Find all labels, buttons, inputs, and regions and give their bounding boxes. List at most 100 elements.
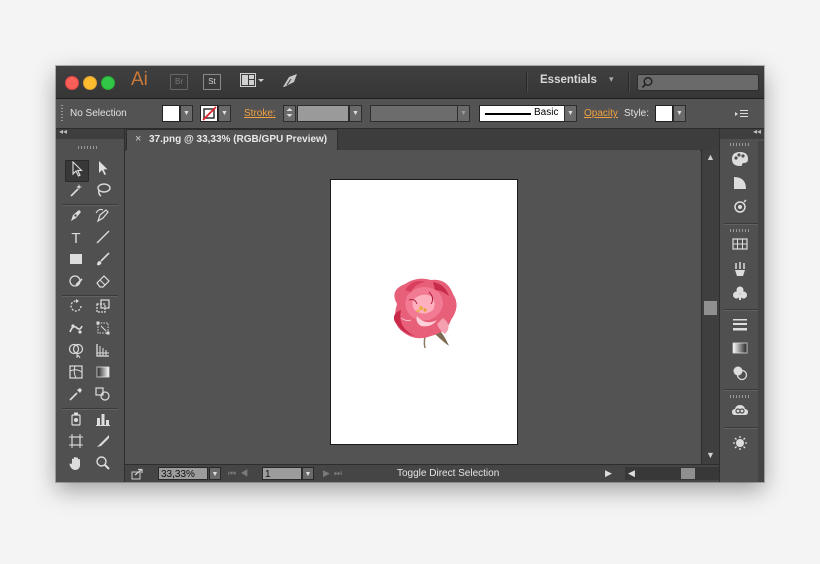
- variable-width-dropdown[interactable]: ▼: [457, 105, 470, 122]
- eyedropper-tool[interactable]: [65, 386, 87, 406]
- fill-dropdown[interactable]: ▼: [180, 105, 193, 122]
- color-panel-icon[interactable]: [730, 151, 750, 169]
- next-artboard-icon[interactable]: ▶⏭: [323, 468, 346, 479]
- canvas-area[interactable]: [126, 150, 700, 464]
- horizontal-scroll-thumb[interactable]: [681, 468, 695, 479]
- rectangle-tool[interactable]: [65, 251, 87, 271]
- scroll-up-icon[interactable]: ▲: [706, 152, 715, 162]
- search-input[interactable]: [637, 74, 759, 91]
- transparency-icon[interactable]: [730, 365, 750, 383]
- curvature-tool[interactable]: [92, 207, 114, 227]
- libraries-icon[interactable]: [730, 403, 750, 421]
- stroke-dropdown[interactable]: ▼: [218, 105, 231, 122]
- illustrator-window: Ai Br St Essentials ▾ No Selection ▼ ▼ S…: [56, 66, 764, 482]
- stroke-weight-field[interactable]: [297, 105, 349, 122]
- tools-panel-grip[interactable]: [78, 146, 98, 149]
- artboard-dropdown[interactable]: ▼: [302, 467, 314, 480]
- line-segment-tool[interactable]: [92, 229, 114, 249]
- brush-stroke-preview: [485, 113, 531, 115]
- panel-separator: [724, 309, 758, 311]
- color-guide-icon[interactable]: [730, 175, 750, 193]
- pen-tool[interactable]: [65, 207, 87, 227]
- brush-definition[interactable]: Basic: [479, 105, 565, 122]
- symbol-sprayer-tool[interactable]: [65, 411, 87, 431]
- status-menu-arrow-icon[interactable]: ▶: [605, 468, 612, 479]
- scale-tool[interactable]: [92, 298, 114, 318]
- zoom-window-button[interactable]: [101, 76, 115, 90]
- lasso-tool[interactable]: [92, 182, 114, 202]
- direct-selection-tool[interactable]: [92, 160, 114, 180]
- stroke-swatch[interactable]: [200, 105, 218, 122]
- selection-tool[interactable]: [65, 160, 89, 182]
- puppet-warp-tool[interactable]: [65, 320, 87, 340]
- artboard[interactable]: [330, 179, 518, 445]
- gradient-panel-icon[interactable]: [730, 341, 750, 359]
- panel-group-grip[interactable]: [730, 143, 750, 146]
- bridge-button[interactable]: Br: [170, 74, 188, 90]
- panel-group-grip[interactable]: [730, 229, 750, 232]
- mesh-tool[interactable]: [65, 364, 87, 384]
- app-logo: Ai: [131, 69, 148, 90]
- artboard-tool[interactable]: [65, 433, 87, 453]
- scroll-left-icon[interactable]: ◀: [628, 468, 635, 479]
- appearance-icon[interactable]: [730, 199, 750, 217]
- shaper-tool[interactable]: [65, 273, 87, 293]
- stroke-label[interactable]: Stroke:: [244, 108, 276, 119]
- stroke-weight-dropdown[interactable]: ▼: [349, 105, 362, 122]
- stock-button[interactable]: St: [203, 74, 221, 90]
- panel-dock: ◂◂: [719, 127, 764, 482]
- artboard-number-field[interactable]: 1: [262, 467, 302, 480]
- fill-swatch[interactable]: [162, 105, 180, 122]
- graphic-style-swatch[interactable]: [655, 105, 673, 122]
- hand-tool[interactable]: [65, 455, 87, 475]
- brushes-icon[interactable]: [730, 261, 750, 279]
- free-transform-tool[interactable]: [92, 320, 114, 340]
- symbols-icon[interactable]: [730, 285, 750, 303]
- control-panel-menu-icon[interactable]: [735, 107, 749, 119]
- vertical-scroll-thumb[interactable]: [704, 301, 717, 315]
- zoom-level-field[interactable]: 33,33%: [158, 467, 208, 480]
- close-window-button[interactable]: [65, 76, 79, 90]
- rotate-tool[interactable]: [65, 298, 87, 318]
- vertical-scrollbar[interactable]: ▲ ▼: [701, 150, 719, 464]
- arrange-documents-icon[interactable]: [240, 73, 264, 88]
- type-tool[interactable]: T: [65, 229, 87, 249]
- paintbrush-tool[interactable]: [92, 251, 114, 271]
- zoom-tool[interactable]: [92, 455, 114, 475]
- minimize-window-button[interactable]: [83, 76, 97, 90]
- perspective-grid-tool[interactable]: [92, 342, 114, 362]
- swatches-icon[interactable]: [730, 237, 750, 255]
- shape-builder-tool[interactable]: [65, 342, 87, 362]
- document-tab[interactable]: × 37.png @ 33,33% (RGB/GPU Preview): [126, 129, 338, 150]
- magic-wand-tool[interactable]: [65, 182, 87, 202]
- blend-tool[interactable]: [92, 386, 114, 406]
- graphic-styles-icon[interactable]: [730, 435, 750, 453]
- close-document-icon[interactable]: ×: [135, 133, 141, 145]
- chevron-down-icon[interactable]: ▾: [609, 74, 614, 85]
- slice-tool[interactable]: [92, 433, 114, 453]
- panel-dock-scrollbar[interactable]: [758, 141, 764, 482]
- expand-panels-icon[interactable]: ◂◂: [753, 127, 761, 136]
- collapse-icon[interactable]: ◂◂: [59, 127, 67, 136]
- control-bar-grip[interactable]: [61, 105, 63, 121]
- brush-dropdown[interactable]: ▼: [564, 105, 577, 122]
- stroke-weight-stepper[interactable]: [283, 105, 296, 122]
- panel-dock-header[interactable]: ◂◂: [720, 127, 764, 139]
- tools-panel-header[interactable]: ◂◂: [56, 127, 124, 139]
- titlebar-divider-2: [628, 72, 630, 92]
- panel-group-grip[interactable]: [730, 395, 750, 398]
- gpu-performance-icon[interactable]: [281, 73, 299, 89]
- eraser-tool[interactable]: [92, 273, 114, 293]
- graphic-style-dropdown[interactable]: ▼: [673, 105, 686, 122]
- zoom-dropdown[interactable]: ▼: [209, 467, 221, 480]
- column-graph-tool[interactable]: [92, 411, 114, 431]
- peony-flower-image[interactable]: [387, 270, 463, 350]
- opacity-label[interactable]: Opacity: [584, 108, 618, 119]
- stroke-panel-icon[interactable]: [730, 317, 750, 335]
- gradient-tool[interactable]: [92, 364, 114, 384]
- variable-width-profile[interactable]: [370, 105, 458, 122]
- share-icon[interactable]: [131, 467, 145, 480]
- scroll-down-icon[interactable]: ▼: [706, 450, 715, 460]
- first-artboard-icon[interactable]: ⏮◀: [228, 468, 252, 479]
- workspace-switcher[interactable]: Essentials: [540, 74, 597, 86]
